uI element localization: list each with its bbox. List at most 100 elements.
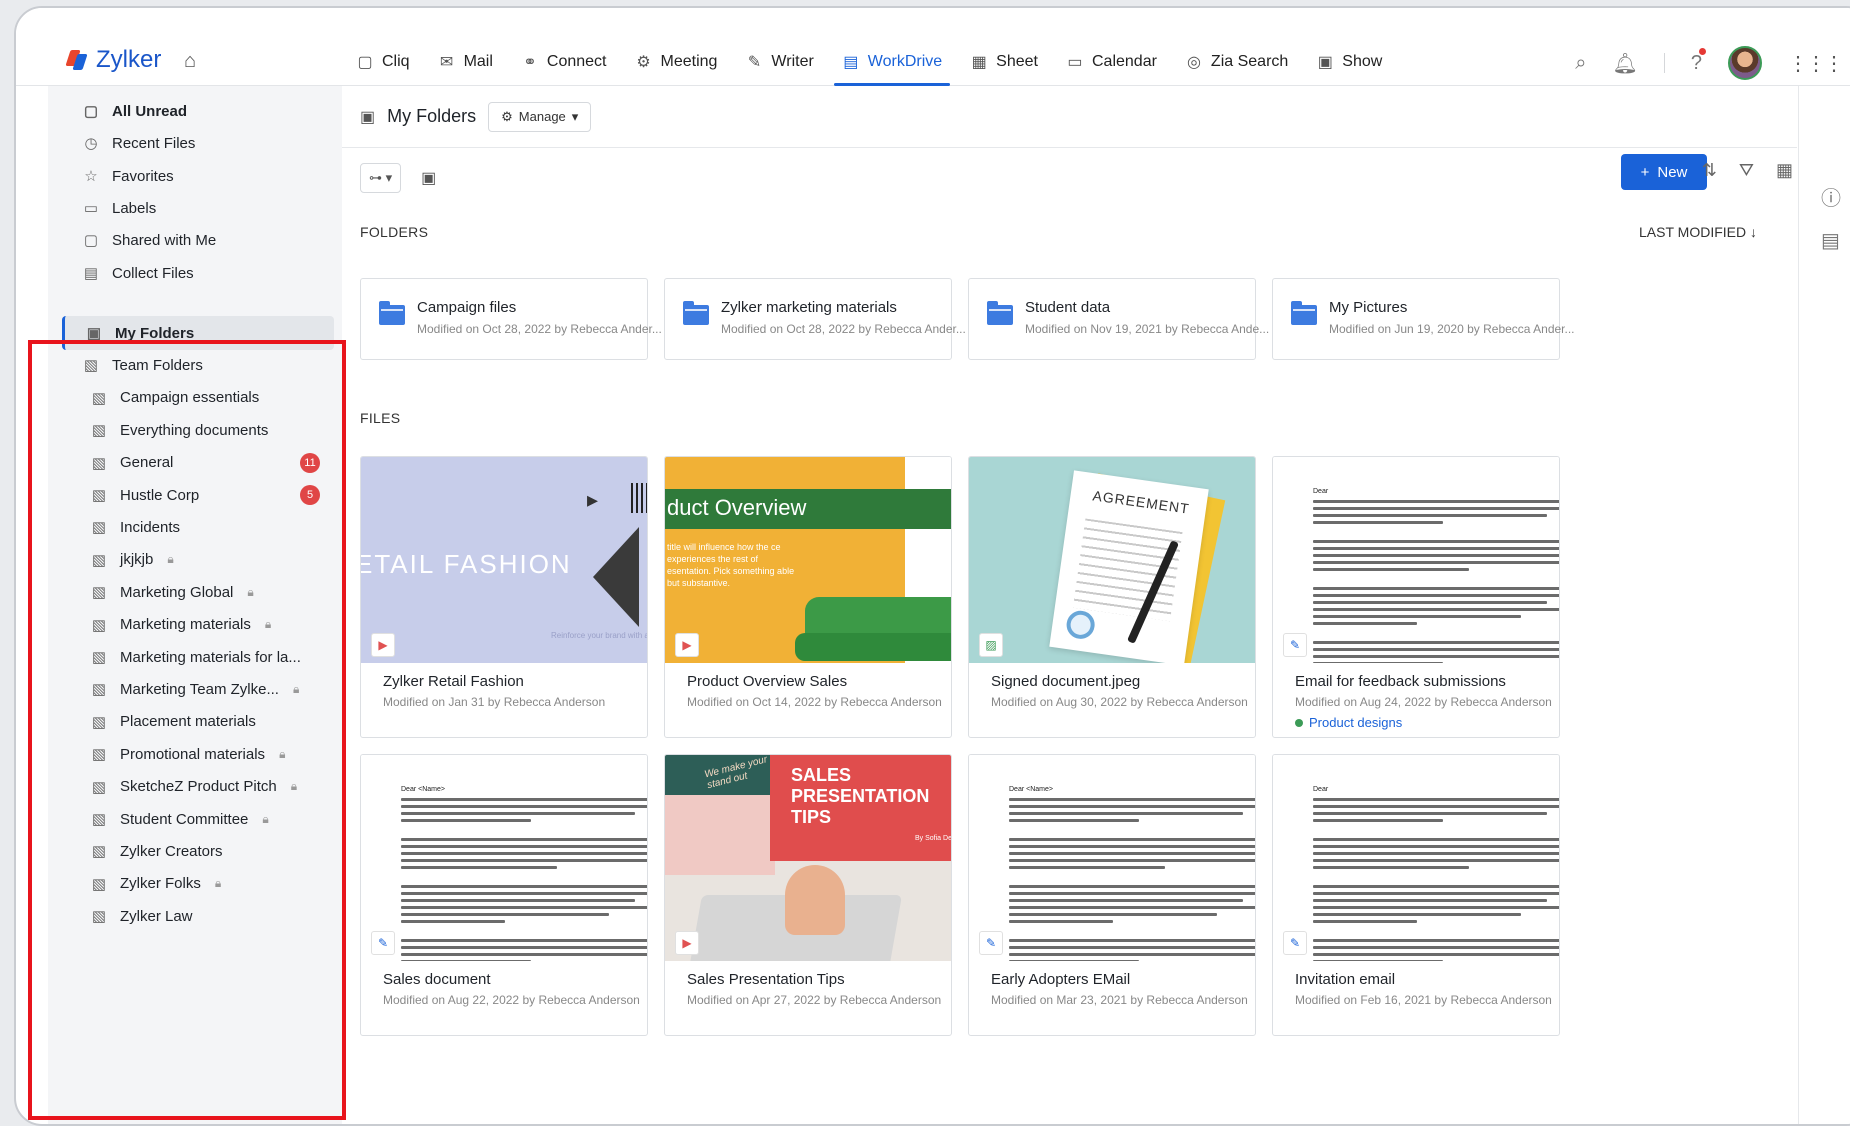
folder-icon: ▧ [91,778,107,796]
search-icon[interactable]: ⌕ [1575,52,1586,75]
file-meta: Modified on Oct 14, 2022 by Rebecca Ande… [687,695,942,709]
app-tab-workdrive[interactable]: ▤ WorkDrive [828,38,956,86]
app-tab-label: Meeting [660,53,718,70]
thumb-title: SALES PRESENTATION TIPS [791,765,930,827]
sidebar-item-label: Campaign essentials [120,389,260,407]
file-meta: Modified on Mar 23, 2021 by Rebecca Ande… [991,993,1248,1007]
app-tab-show[interactable]: ▣ Show [1302,38,1396,86]
folder-meta: Modified on Oct 28, 2022 by Rebecca Ande… [721,322,966,336]
app-tab-meeting[interactable]: ⚙ Meeting [621,38,732,86]
help-icon[interactable]: ? [1691,47,1706,75]
new-folder-icon[interactable]: ▣ [421,168,436,188]
document-icon: ✎ [979,931,1003,955]
sidebar-item-shared-with-me[interactable]: ▢ Shared with Me [62,223,334,257]
sidebar-item-jkjkjb[interactable]: ▧ jkjkjb 🔒︎ [62,543,334,577]
sort-icon[interactable]: ⇅ [1702,160,1717,181]
folder-icon [1291,301,1317,325]
manage-label: Manage [518,109,566,124]
app-tab-calendar[interactable]: ▭ Calendar [1052,38,1171,86]
app-grid-icon[interactable]: ⋮⋮⋮ [1788,51,1844,76]
folder-card[interactable]: Campaign files Modified on Oct 28, 2022 b… [360,278,662,360]
sidebar-item-recent-files[interactable]: ◷ Recent Files [62,126,334,160]
sidebar-item-label: Collect Files [112,264,194,282]
home-icon[interactable]: ⌂ [184,50,196,73]
file-card[interactable]: DearMuch regards, Rebecca✎ Invitation ema… [1272,754,1560,1036]
file-card[interactable]: AGREEMENT ▨ Signed document.jpeg Modified o… [968,456,1256,738]
sidebar-item-zylker-folks[interactable]: ▧ Zylker Folks 🔒︎ [62,867,334,901]
sort-dropdown[interactable]: LAST MODIFIED ↓ [1639,224,1757,240]
folder-name: Student data [1025,299,1111,316]
app-tab-zia-search[interactable]: ◎ Zia Search [1171,38,1302,86]
sidebar-item-marketing-team-zylke[interactable]: ▧ Marketing Team Zylke... 🔒︎ [62,672,334,706]
folder-icon: ▧ [91,389,107,407]
sidebar-item-collect-files[interactable]: ▤ Collect Files [62,256,334,290]
file-name: Zylker Retail Fashion [383,673,524,690]
sidebar-item-general[interactable]: ▧ General 11 [62,446,334,480]
activity-icon[interactable]: ▤ [1821,228,1840,253]
avatar[interactable] [1728,46,1762,80]
zia-search-icon: ◎ [1186,54,1201,71]
file-card[interactable]: DearMuch regards, Pealyn✎ Email for feedb… [1272,456,1560,738]
info-icon[interactable]: ⓘ [1821,182,1841,211]
sidebar-item-student-committee[interactable]: ▧ Student Committee 🔒︎ [62,802,334,836]
file-meta: Modified on Aug 22, 2022 by Rebecca Ande… [383,993,640,1007]
folder-card[interactable]: Student data Modified on Nov 19, 2021 by … [968,278,1269,360]
document-icon: ✎ [1283,931,1307,955]
app-tab-cliq[interactable]: ▢ Cliq [342,38,424,86]
folder-name: Campaign files [417,299,517,316]
sidebar-item-marketing-global[interactable]: ▧ Marketing Global 🔒︎ [62,575,334,609]
folder-icon: ▧ [91,551,107,569]
file-meta: Modified on Feb 16, 2021 by Rebecca Ande… [1295,993,1552,1007]
sidebar-item-favorites[interactable]: ☆ Favorites [62,159,334,193]
app-tab-mail[interactable]: ✉ Mail [424,38,507,86]
app-tab-connect[interactable]: ⚭ Connect [507,38,621,86]
app-tab-sheet[interactable]: ▦ Sheet [956,38,1052,86]
file-meta: Modified on Aug 24, 2022 by Rebecca Ande… [1295,695,1552,709]
zylker-logo[interactable]: Zylker [65,46,161,74]
sidebar-item-marketing-materials[interactable]: ▧ Marketing materials 🔒︎ [62,608,334,642]
sidebar-item-marketing-materials-for-la[interactable]: ▧ Marketing materials for la... [62,640,334,674]
sidebar-item-hustle-corp[interactable]: ▧ Hustle Corp 5 [62,478,334,512]
presentation-icon: ▶ [675,633,699,657]
folder-card[interactable]: My Pictures Modified on Jun 19, 2020 by R… [1272,278,1575,360]
folder-icon [379,301,405,325]
folder-card[interactable]: Zylker marketing materials Modified on Oc… [664,278,966,360]
new-button[interactable]: + New [1621,154,1707,190]
sidebar-item-sketchez-product-pitch[interactable]: ▧ SketcheZ Product Pitch 🔒︎ [62,770,334,804]
file-card[interactable]: Dear <Name>Much regards, Rebecca✎ Early A… [968,754,1256,1036]
app-tab-label: Calendar [1091,53,1157,70]
sidebar-item-all-unread[interactable]: ▢ All Unread [62,94,334,128]
zylker-logo-icon [65,48,90,72]
sidebar: ▢ All Unread ◷ Recent Files ☆ Favorites ▭ Label… [48,86,342,1124]
file-card[interactable]: ETAIL FASHION ▸ Reinforce your brand with … [360,456,648,738]
sidebar-item-my-folders[interactable]: ▣ My Folders [62,316,334,350]
sidebar-item-zylker-law[interactable]: ▧ Zylker Law [62,899,334,933]
app-tab-writer[interactable]: ✎ Writer [731,38,827,86]
arrow-shape: ▸ [587,487,599,512]
sidebar-item-labels[interactable]: ▭ Labels [62,191,334,225]
file-card[interactable]: duct Overview title will influence how th… [664,456,952,738]
manage-button[interactable]: ⚙ Manage ▾ [488,101,592,132]
shared-icon: ▢ [83,232,99,249]
sidebar-item-label: Incidents [120,518,181,536]
tree-view-button[interactable]: ⊶ ▾ [360,163,402,193]
sidebar-item-promotional-materials[interactable]: ▧ Promotional materials 🔒︎ [62,737,334,771]
sidebar-item-label: Placement materials [120,713,256,731]
sidebar-item-incidents[interactable]: ▧ Incidents [62,510,334,544]
filter-icon[interactable]: ⛛ [1739,160,1754,181]
file-card[interactable]: We make your stand out SALES PRESENTATION… [664,754,952,1036]
sidebar-item-label: Recent Files [112,134,196,152]
grid-view-icon[interactable]: ▦ [1776,160,1793,181]
thumb-body: title will influence how the ce experien… [667,542,795,588]
sidebar-item-campaign-essentials[interactable]: ▧ Campaign essentials [62,381,334,415]
app-tab-label: WorkDrive [867,53,943,70]
bell-icon[interactable]: 🔔︎ [1612,51,1637,76]
document-preview: DearMuch regards, Rebecca [1313,785,1559,961]
sidebar-item-placement-materials[interactable]: ▧ Placement materials [62,705,334,739]
file-card[interactable]: Dear <Name>Much regards, Rebecca✎ Sales d… [360,754,648,1036]
sidebar-item-everything-documents[interactable]: ▧ Everything documents [62,413,334,447]
sidebar-item-zylker-creators[interactable]: ▧ Zylker Creators [62,834,334,868]
file-label-tag[interactable]: Product designs [1295,715,1402,730]
sidebar-item-team-folders[interactable]: ▧ Team Folders [62,348,334,382]
calendar-icon: ▭ [1067,54,1083,71]
